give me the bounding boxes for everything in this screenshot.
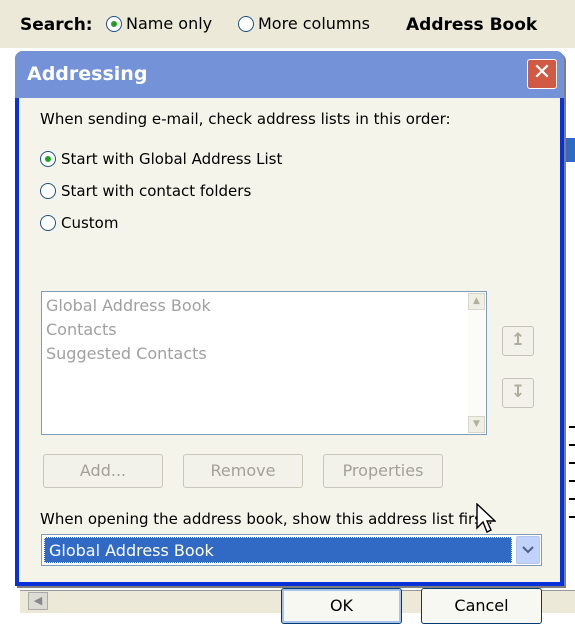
ok-button[interactable]: OK [281, 588, 402, 624]
scroll-up-icon[interactable]: ▲ [468, 293, 485, 310]
arrow-up-icon: ↥ [510, 330, 526, 350]
add-button[interactable]: Add... [43, 454, 163, 488]
address-book-title: Address Book [406, 15, 538, 35]
scroll-down-icon[interactable]: ▼ [468, 416, 485, 433]
close-icon: ✕ [532, 60, 552, 85]
list-item[interactable]: Global Address Book [46, 296, 211, 315]
list-item[interactable]: Suggested Contacts [46, 344, 207, 363]
radio-icon [238, 15, 254, 32]
dropdown-selected-value[interactable]: Global Address Book [44, 537, 512, 563]
radio-icon [40, 215, 56, 231]
option-custom[interactable]: Custom [40, 214, 118, 232]
option-label: Custom [61, 214, 119, 232]
list-item[interactable]: Contacts [46, 320, 117, 339]
close-button[interactable]: ✕ [527, 59, 557, 89]
remove-button[interactable]: Remove [183, 454, 303, 488]
move-up-button[interactable]: ↥ [502, 326, 534, 356]
more-columns-radio[interactable]: More columns [238, 14, 370, 33]
name-only-radio[interactable]: Name only [106, 14, 212, 33]
first-list-prompt: When opening the address book, show this… [40, 510, 493, 528]
dropdown-button[interactable] [516, 536, 540, 564]
radio-checked-icon [106, 15, 122, 32]
listbox-scrollbar[interactable]: ▲ ▼ [468, 293, 485, 433]
name-only-label: Name only [126, 14, 213, 33]
chevron-down-icon [522, 546, 534, 554]
address-order-prompt: When sending e-mail, check address lists… [40, 110, 451, 128]
dialog-title-bar[interactable]: Addressing ✕ [15, 51, 564, 98]
scroll-left-icon[interactable]: ◀ [28, 592, 48, 610]
search-label: Search: [20, 15, 93, 35]
option-contact-folders[interactable]: Start with contact folders [40, 182, 251, 200]
move-down-button[interactable]: ↧ [502, 378, 534, 408]
option-label: Start with contact folders [61, 182, 252, 200]
option-global-address-list[interactable]: Start with Global Address List [40, 150, 282, 168]
first-address-list-dropdown[interactable]: Global Address Book [41, 534, 542, 566]
dialog-title: Addressing [27, 63, 148, 85]
option-label: Start with Global Address List [61, 150, 283, 168]
mouse-pointer-icon [476, 503, 496, 533]
arrow-down-icon: ↧ [510, 382, 526, 402]
more-columns-label: More columns [258, 14, 370, 33]
background-list-fragment [569, 410, 575, 530]
selected-row-fragment [563, 138, 575, 162]
radio-icon [40, 183, 56, 199]
properties-button[interactable]: Properties [323, 454, 443, 488]
address-list-order-listbox[interactable]: Global Address Book Contacts Suggested C… [41, 291, 487, 435]
radio-checked-icon [40, 151, 56, 167]
cancel-button[interactable]: Cancel [421, 588, 542, 624]
